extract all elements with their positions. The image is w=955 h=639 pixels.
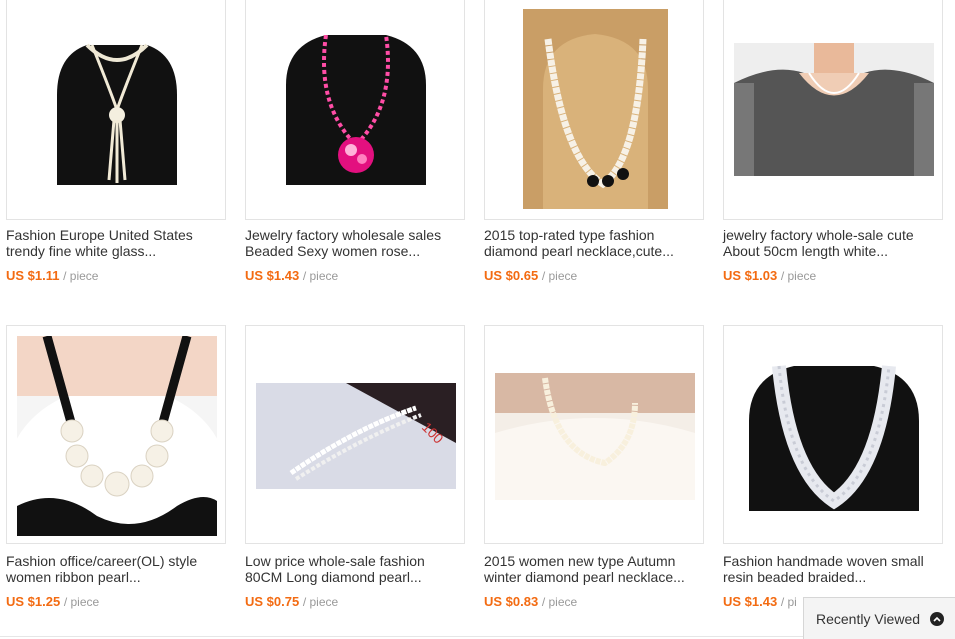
product-price: US $0.65 / piece bbox=[484, 268, 577, 283]
price-unit: / piece bbox=[541, 269, 578, 283]
product-title-line[interactable]: Jewelry factory wholesale sales bbox=[245, 227, 463, 243]
product-title-line[interactable]: jewelry factory whole-sale cute bbox=[723, 227, 941, 243]
product-image-box[interactable] bbox=[484, 325, 704, 544]
product-title-line[interactable]: 2015 women new type Autumn bbox=[484, 553, 702, 569]
product-title-line[interactable]: trendy fine white glass... bbox=[6, 243, 224, 259]
product-image[interactable] bbox=[495, 373, 695, 500]
product-card[interactable]: jewelry factory whole-sale cute About 50… bbox=[717, 0, 943, 310]
product-title-link[interactable]: jewelry factory whole-sale cute About 50… bbox=[723, 227, 941, 259]
product-card[interactable]: 2015 women new type Autumn winter diamon… bbox=[478, 325, 704, 635]
price-unit: / piece bbox=[63, 269, 99, 283]
product-image-box[interactable] bbox=[6, 325, 226, 544]
price-value: US $0.75 bbox=[245, 594, 300, 609]
product-title-line[interactable]: women ribbon pearl... bbox=[6, 569, 224, 585]
product-image[interactable] bbox=[17, 336, 217, 536]
product-title-line[interactable]: Beaded Sexy women rose... bbox=[245, 243, 463, 259]
recently-viewed-label[interactable]: Recently Viewed bbox=[816, 611, 920, 627]
product-image[interactable] bbox=[744, 361, 924, 511]
product-title-line[interactable]: Low price whole-sale fashion bbox=[245, 553, 463, 569]
price-value: US $1.03 bbox=[723, 268, 778, 283]
product-title-line[interactable]: diamond pearl necklace,cute... bbox=[484, 243, 702, 259]
product-title-line[interactable]: 2015 top-rated type fashion bbox=[484, 227, 702, 243]
price-unit: / piece bbox=[302, 269, 339, 283]
price-unit: / pi bbox=[780, 595, 797, 609]
product-grid: Fashion Europe United States trendy fine… bbox=[0, 0, 955, 639]
product-image-box[interactable] bbox=[723, 325, 943, 544]
product-title-line[interactable]: Fashion handmade woven small bbox=[723, 553, 941, 569]
product-price: US $1.43 / pi bbox=[723, 594, 797, 609]
product-image-box[interactable] bbox=[723, 0, 943, 220]
product-title-link[interactable]: 2015 women new type Autumn winter diamon… bbox=[484, 553, 702, 585]
product-price: US $1.25 / piece bbox=[6, 594, 99, 609]
price-unit: / piece bbox=[302, 595, 339, 609]
product-title-link[interactable]: Low price whole-sale fashion 80CM Long d… bbox=[245, 553, 463, 585]
product-image-box[interactable] bbox=[484, 0, 704, 220]
product-image-box[interactable]: 100 bbox=[245, 325, 465, 544]
price-value: US $1.43 bbox=[723, 594, 778, 609]
product-title-line[interactable]: Fashion office/career(OL) style bbox=[6, 553, 224, 569]
product-image[interactable] bbox=[256, 35, 456, 185]
product-title-link[interactable]: Fashion handmade woven small resin beade… bbox=[723, 553, 941, 585]
product-card[interactable]: 2015 top-rated type fashion diamond pear… bbox=[478, 0, 704, 310]
product-title-line[interactable]: About 50cm length white... bbox=[723, 243, 941, 259]
product-card[interactable]: 100 Low price whole-sale fashion 80CM Lo… bbox=[239, 325, 465, 635]
product-image-box[interactable] bbox=[6, 0, 226, 220]
product-image[interactable] bbox=[734, 43, 934, 176]
product-image[interactable]: 100 bbox=[256, 383, 456, 489]
price-value: US $1.25 bbox=[6, 594, 61, 609]
price-value: US $0.65 bbox=[484, 268, 539, 283]
price-value: US $0.83 bbox=[484, 594, 539, 609]
product-card[interactable]: Fashion handmade woven small resin beade… bbox=[717, 325, 943, 635]
product-title-line[interactable]: Fashion Europe United States bbox=[6, 227, 224, 243]
product-title-line[interactable]: winter diamond pearl necklace... bbox=[484, 569, 702, 585]
product-image-box[interactable] bbox=[245, 0, 465, 220]
product-title-line[interactable]: resin beaded braided... bbox=[723, 569, 941, 585]
price-unit: / piece bbox=[541, 595, 578, 609]
chevron-up-circle-icon[interactable] bbox=[930, 611, 945, 626]
price-unit: / piece bbox=[63, 595, 100, 609]
product-price: US $0.75 / piece bbox=[245, 594, 338, 609]
product-title-link[interactable]: 2015 top-rated type fashion diamond pear… bbox=[484, 227, 702, 259]
product-price: US $1.03 / piece bbox=[723, 268, 816, 283]
product-title-link[interactable]: Jewelry factory wholesale sales Beaded S… bbox=[245, 227, 463, 259]
product-card[interactable]: Jewelry factory wholesale sales Beaded S… bbox=[239, 0, 465, 310]
product-title-line[interactable]: 80CM Long diamond pearl... bbox=[245, 569, 463, 585]
price-value: US $1.11 bbox=[6, 268, 60, 283]
product-card[interactable]: Fashion Europe United States trendy fine… bbox=[0, 0, 226, 310]
product-card[interactable]: Fashion office/career(OL) style women ri… bbox=[0, 325, 226, 635]
product-price: US $1.43 / piece bbox=[245, 268, 338, 283]
product-image[interactable] bbox=[523, 9, 668, 209]
price-unit: / piece bbox=[780, 269, 817, 283]
product-price: US $0.83 / piece bbox=[484, 594, 577, 609]
product-image[interactable] bbox=[17, 35, 217, 185]
product-title-link[interactable]: Fashion office/career(OL) style women ri… bbox=[6, 553, 224, 585]
price-value: US $1.43 bbox=[245, 268, 300, 283]
product-title-link[interactable]: Fashion Europe United States trendy fine… bbox=[6, 227, 224, 259]
product-price: US $1.11 / piece bbox=[6, 268, 98, 283]
recently-viewed-button[interactable]: Recently Viewed bbox=[803, 597, 955, 639]
